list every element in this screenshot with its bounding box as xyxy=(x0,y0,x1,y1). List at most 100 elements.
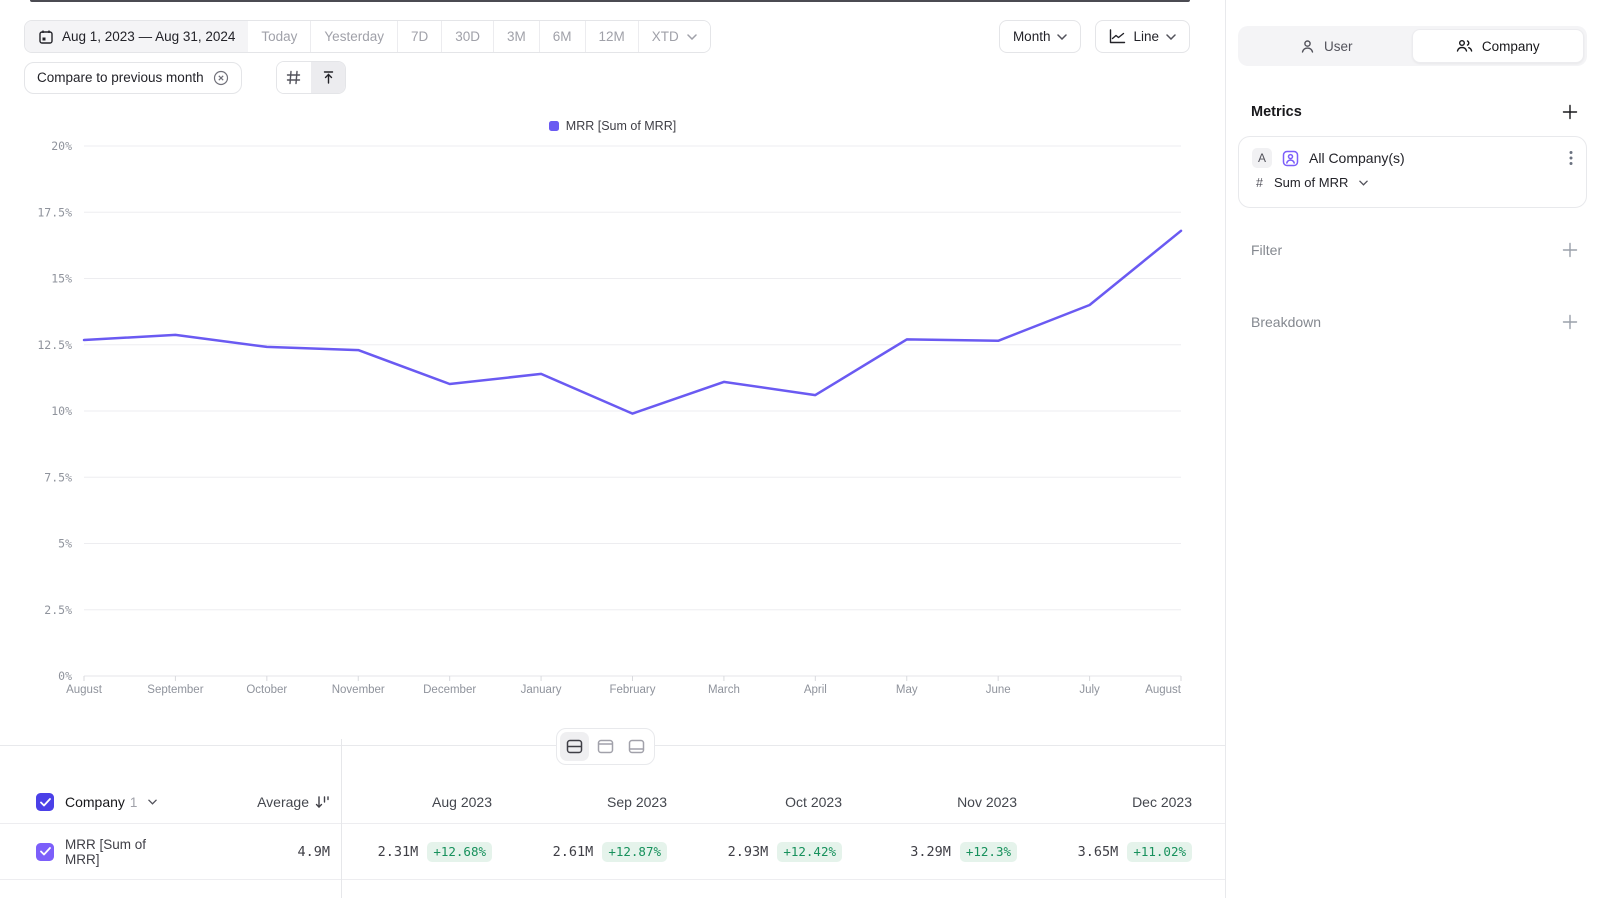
calendar-icon xyxy=(38,29,54,45)
table-header-row: Company 1 Average Aug 2023Sep 2023Oct 20… xyxy=(0,781,1225,824)
metrics-section-header: Metrics xyxy=(1251,104,1578,120)
range-12m-button[interactable]: 12M xyxy=(585,21,638,52)
metric-value: 3.65M xyxy=(1078,844,1119,860)
granularity-label: Month xyxy=(1013,29,1051,44)
range-30d-button[interactable]: 30D xyxy=(441,21,493,52)
range-today-button[interactable]: Today xyxy=(248,21,310,52)
table-row[interactable]: MRR [Sum of MRR] 4.9M 2.31M+12.68%2.61M+… xyxy=(0,824,1225,880)
chart-view-icon xyxy=(597,739,614,754)
report-panel: Aug 1, 2023 — Aug 31, 2024 TodayYesterda… xyxy=(0,0,1225,898)
filter-section-header: Filter xyxy=(1251,242,1578,258)
date-range-group: Aug 1, 2023 — Aug 31, 2024 TodayYesterda… xyxy=(24,20,711,53)
annotations-toggle-button[interactable] xyxy=(311,62,345,93)
date-range-button[interactable]: Aug 1, 2023 — Aug 31, 2024 xyxy=(25,21,248,52)
y-axis-tick-label: 5% xyxy=(58,537,72,551)
compare-chip-label: Compare to previous month xyxy=(37,70,204,85)
x-axis-tick-label: December xyxy=(423,684,476,696)
metric-card[interactable]: A All Company(s) # Sum of MRR xyxy=(1238,136,1587,208)
chart-controls: Month Line xyxy=(999,20,1190,53)
metric-menu-button[interactable] xyxy=(1569,150,1573,166)
toolbar: Aug 1, 2023 — Aug 31, 2024 TodayYesterda… xyxy=(24,20,1190,53)
y-axis-tick-label: 12.5% xyxy=(37,338,72,352)
xtd-label: XTD xyxy=(652,29,679,44)
y-axis-tick-label: 15% xyxy=(51,272,72,286)
range-xtd-button[interactable]: XTD xyxy=(638,21,710,52)
row-checkbox[interactable] xyxy=(36,843,54,861)
arrow-up-from-line-icon xyxy=(321,70,336,85)
metric-field-label: Sum of MRR xyxy=(1274,175,1348,190)
chart-view-button[interactable] xyxy=(591,732,620,761)
grid-toggle-button[interactable] xyxy=(277,62,311,93)
plus-icon xyxy=(1562,242,1578,258)
metric-cell: 3.29M+12.3% xyxy=(866,842,1041,862)
metric-entity-name: All Company(s) xyxy=(1309,150,1560,166)
average-column-header[interactable]: Average xyxy=(257,794,309,810)
hash-icon: # xyxy=(1256,176,1263,190)
y-axis-tick-label: 17.5% xyxy=(37,205,72,219)
x-axis-tick-label: March xyxy=(708,684,740,696)
metric-row-name: MRR [Sum of MRR] xyxy=(65,837,176,867)
group-by-label[interactable]: Company xyxy=(65,794,125,810)
range-3m-button[interactable]: 3M xyxy=(493,21,539,52)
user-toggle-button[interactable]: User xyxy=(1241,29,1412,63)
table-view-button[interactable] xyxy=(622,732,651,761)
id-badge-icon xyxy=(1281,149,1300,168)
compare-toolbar: Compare to previous month xyxy=(24,61,346,94)
x-axis-tick-label: August xyxy=(1145,684,1182,696)
x-axis-tick-label: January xyxy=(521,684,562,696)
month-column-header[interactable]: Sep 2023 xyxy=(516,794,691,810)
month-column-header[interactable]: Aug 2023 xyxy=(341,794,516,810)
chevron-down-icon xyxy=(687,34,697,40)
table-view-icon xyxy=(628,739,645,754)
company-toggle-label: Company xyxy=(1482,39,1540,54)
month-column-header[interactable]: Oct 2023 xyxy=(691,794,866,810)
chevron-down-icon xyxy=(1057,34,1067,40)
breakdown-title: Breakdown xyxy=(1251,314,1321,330)
compare-chip[interactable]: Compare to previous month xyxy=(24,62,242,94)
split-view-button[interactable] xyxy=(560,732,589,761)
month-column-header[interactable]: Nov 2023 xyxy=(866,794,1041,810)
kebab-menu-icon xyxy=(1569,150,1573,166)
entity-toggle: User Company xyxy=(1238,26,1587,66)
user-toggle-label: User xyxy=(1324,39,1353,54)
metric-cell: 2.93M+12.42% xyxy=(691,842,866,862)
grid-icon xyxy=(286,70,301,85)
x-axis-tick-label: July xyxy=(1079,684,1100,696)
company-icon xyxy=(1456,39,1473,53)
legend-swatch xyxy=(549,121,559,131)
company-toggle-button[interactable]: Company xyxy=(1412,29,1585,63)
metric-field-selector[interactable]: # Sum of MRR xyxy=(1252,175,1573,190)
metrics-title: Metrics xyxy=(1251,104,1302,120)
metric-value: 3.29M xyxy=(910,844,951,860)
add-filter-button[interactable] xyxy=(1562,242,1578,258)
range-7d-button[interactable]: 7D xyxy=(397,21,441,52)
y-axis-tick-label: 2.5% xyxy=(44,603,72,617)
range-6m-button[interactable]: 6M xyxy=(539,21,585,52)
month-column-header[interactable]: Dec 2023 xyxy=(1041,794,1216,810)
filter-title: Filter xyxy=(1251,242,1282,258)
y-axis-tick-label: 10% xyxy=(51,404,72,418)
mrr-series-line[interactable] xyxy=(84,231,1181,414)
add-breakdown-button[interactable] xyxy=(1562,314,1578,330)
mrr-line-chart[interactable]: 0%2.5%5%7.5%10%12.5%15%17.5%20%AugustSep… xyxy=(0,140,1225,700)
delta-badge: +12.42% xyxy=(777,842,842,862)
select-all-checkbox[interactable] xyxy=(36,793,54,811)
chevron-down-icon[interactable] xyxy=(148,799,157,805)
add-metric-button[interactable] xyxy=(1562,104,1578,120)
metric-cell: 2.31M+12.68% xyxy=(341,842,516,862)
delta-badge: +12.68% xyxy=(427,842,492,862)
close-circle-icon[interactable] xyxy=(213,70,229,86)
layout-toggle-group xyxy=(556,728,655,765)
granularity-button[interactable]: Month xyxy=(999,20,1082,53)
range-yesterday-button[interactable]: Yesterday xyxy=(310,21,397,52)
sort-icon[interactable] xyxy=(315,795,330,809)
analytics-dashboard: Aug 1, 2023 — Aug 31, 2024 TodayYesterda… xyxy=(0,0,1600,898)
x-axis-tick-label: February xyxy=(609,684,655,696)
split-view-icon xyxy=(566,739,583,754)
plus-icon xyxy=(1562,104,1578,120)
chart-type-label: Line xyxy=(1133,29,1159,44)
chart-type-button[interactable]: Line xyxy=(1095,20,1190,53)
metric-cell: 3.65M+11.02% xyxy=(1041,842,1216,862)
config-sidebar: User Company Metrics xyxy=(1225,0,1600,898)
x-axis-tick-label: May xyxy=(896,684,918,696)
